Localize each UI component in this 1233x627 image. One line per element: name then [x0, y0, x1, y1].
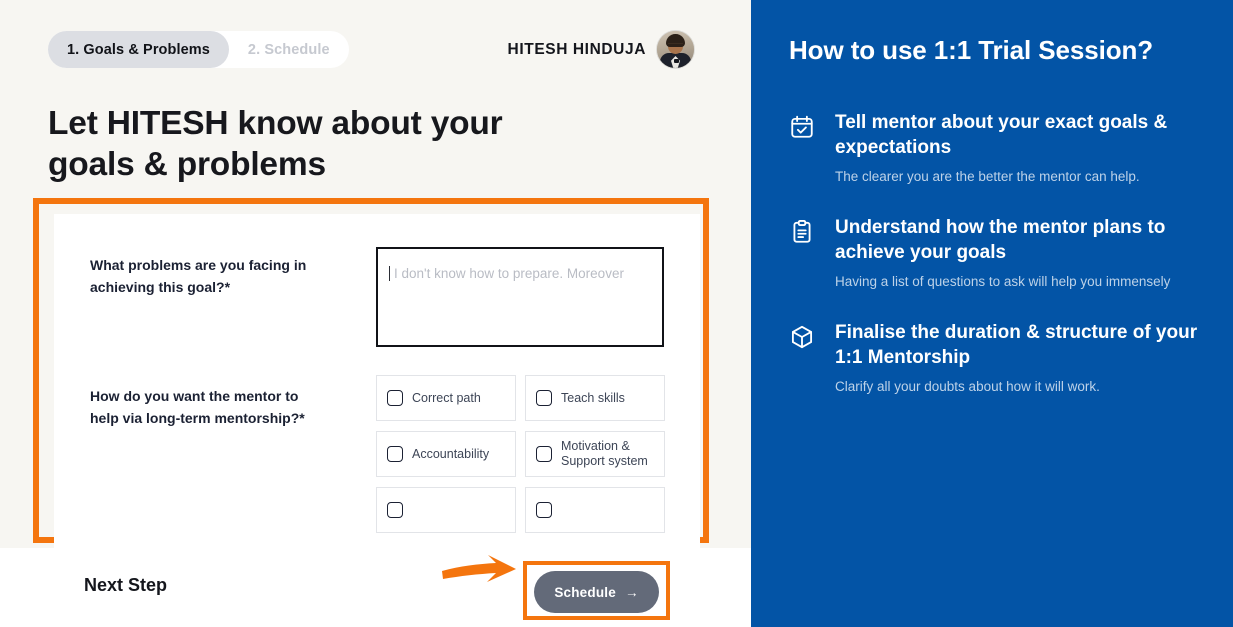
tip-text-block: Finalise the duration & structure of you…: [835, 320, 1207, 397]
tip-description: Having a list of questions to ask will h…: [835, 274, 1171, 289]
option-label: Teach skills: [561, 390, 625, 405]
top-bar: 1. Goals & Problems 2. Schedule HITESH H…: [0, 0, 751, 96]
text-cursor: [389, 266, 390, 281]
tip-title: Understand how the mentor plans to achie…: [835, 217, 1166, 263]
question-problems-label: What problems are you facing in achievin…: [90, 257, 307, 295]
tip-description: Clarify all your doubts about how it wil…: [835, 379, 1100, 394]
orange-arrow-annotation: [442, 555, 516, 582]
option-hidden-row-right[interactable]: [525, 487, 665, 533]
form-card: What problems are you facing in achievin…: [54, 214, 700, 549]
help-options-grid: Correct path Teach skills Accountability…: [376, 375, 666, 533]
checkbox-icon[interactable]: [536, 390, 552, 406]
mentor-name: HITESH HINDUJA: [507, 40, 646, 58]
cube-icon: [789, 320, 817, 354]
option-motivation-support[interactable]: Motivation & Support system: [525, 431, 665, 477]
avatar-bowtie: [673, 59, 679, 63]
question-problems-row: What problems are you facing in achievin…: [90, 254, 330, 298]
question-help-label: How do you want the mentor to help via l…: [90, 388, 305, 426]
schedule-button[interactable]: Schedule →: [534, 571, 659, 613]
tip-item-goals: Tell mentor about your exact goals & exp…: [789, 110, 1207, 187]
tip-text-block: Understand how the mentor plans to achie…: [835, 215, 1207, 292]
tip-description: The clearer you are the better the mento…: [835, 169, 1140, 184]
clipboard-icon: [789, 215, 817, 249]
mentor-identity: HITESH HINDUJA: [508, 31, 694, 68]
info-panel-tips: Tell mentor about your exact goals & exp…: [789, 110, 1207, 425]
schedule-button-label: Schedule: [554, 584, 616, 600]
option-hidden-row-left[interactable]: [376, 487, 516, 533]
calendar-check-icon: [789, 110, 817, 144]
option-label: Accountability: [412, 446, 490, 461]
arrow-right-icon: →: [624, 584, 639, 600]
step-tabs: 1. Goals & Problems 2. Schedule: [48, 31, 349, 68]
next-step-label: Next Step: [84, 575, 168, 595]
form-highlight-annotation: What problems are you facing in achievin…: [33, 198, 709, 549]
info-panel: How to use 1:1 Trial Session? Tell mento…: [751, 0, 1233, 627]
question-help-row: How do you want the mentor to help via l…: [90, 385, 330, 429]
checkbox-icon[interactable]: [387, 502, 403, 518]
tab-schedule-label: 2. Schedule: [247, 41, 330, 58]
option-label: Correct path: [412, 390, 481, 405]
tip-text-block: Tell mentor about your exact goals & exp…: [835, 110, 1207, 187]
tab-schedule[interactable]: 2. Schedule: [229, 31, 349, 68]
info-panel-title: How to use 1:1 Trial Session?: [789, 35, 1154, 65]
checkbox-icon[interactable]: [387, 390, 403, 406]
checkbox-icon[interactable]: [387, 446, 403, 462]
avatar-glasses: [668, 43, 683, 47]
avatar: [657, 31, 694, 68]
tab-goals-problems-label: 1. Goals & Problems: [67, 41, 210, 58]
checkbox-icon[interactable]: [536, 446, 552, 462]
option-correct-path[interactable]: Correct path: [376, 375, 516, 421]
tab-goals-problems[interactable]: 1. Goals & Problems: [48, 31, 229, 68]
tip-item-plans: Understand how the mentor plans to achie…: [789, 215, 1207, 292]
option-teach-skills[interactable]: Teach skills: [525, 375, 665, 421]
checkbox-icon[interactable]: [536, 502, 552, 518]
option-accountability[interactable]: Accountability: [376, 431, 516, 477]
tip-title: Tell mentor about your exact goals & exp…: [835, 112, 1168, 158]
tip-title: Finalise the duration & structure of you…: [835, 322, 1198, 368]
form-pane: 1. Goals & Problems 2. Schedule HITESH H…: [0, 0, 751, 627]
problems-placeholder-text: I don't know how to prepare. Moreover: [394, 266, 624, 281]
problems-textarea-placeholder: I don't know how to prepare. Moreover: [389, 266, 624, 281]
page-title: Let HITESH know about your goals & probl…: [48, 105, 503, 183]
trial-session-booking-page: 1. Goals & Problems 2. Schedule HITESH H…: [0, 0, 1233, 627]
problems-textarea[interactable]: I don't know how to prepare. Moreover: [376, 247, 664, 347]
option-label: Motivation & Support system: [561, 439, 648, 468]
tip-item-structure: Finalise the duration & structure of you…: [789, 320, 1207, 397]
